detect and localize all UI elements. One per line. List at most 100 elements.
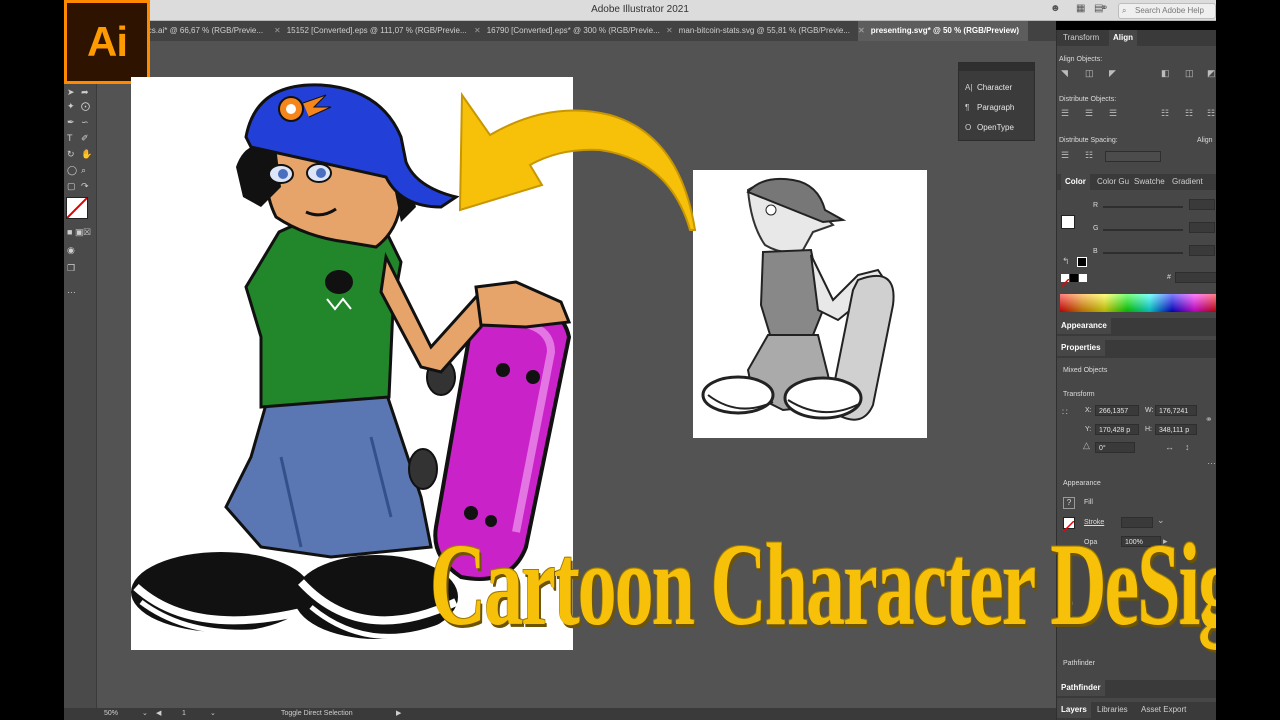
flip-vertical-icon[interactable]: ↕ (1185, 442, 1190, 452)
help-search-input[interactable]: ⌕ Search Adobe Help (1118, 3, 1216, 19)
constrain-proportions-icon[interactable]: ⚭ (1205, 414, 1213, 425)
tab-appearance[interactable]: Appearance (1057, 318, 1111, 334)
tab-asset-export[interactable]: Asset Export (1141, 705, 1186, 714)
align-bottom-icon[interactable]: ◩ (1207, 68, 1216, 79)
channel-r-slider[interactable] (1103, 206, 1183, 208)
rotation-field[interactable]: 0° (1095, 442, 1135, 453)
align-right-icon[interactable]: ◤ (1109, 68, 1116, 79)
align-center-icon[interactable]: ◫ (1085, 68, 1094, 79)
close-tab-icon[interactable]: ✕ (274, 26, 281, 35)
shape-builder-tool-icon[interactable]: ◯ (67, 165, 77, 176)
w-field[interactable]: 176,7241 (1155, 405, 1197, 416)
align-top-icon[interactable]: ◧ (1161, 68, 1170, 79)
quick-white-swatch[interactable] (1079, 274, 1087, 282)
edit-toolbar-icon[interactable]: … (67, 285, 76, 295)
channel-r-field[interactable] (1189, 199, 1215, 210)
close-tab-icon[interactable]: ✕ (858, 26, 865, 35)
previous-artboard-icon[interactable]: ◀ (156, 709, 161, 717)
pen-tool-icon[interactable]: ✒ (67, 117, 75, 128)
artboard-dropdown-icon[interactable]: ⌄ (210, 709, 216, 717)
artboard-number[interactable]: 1 (182, 710, 186, 717)
distribute-left-icon[interactable]: ☷ (1161, 108, 1169, 119)
tab-libraries[interactable]: Libraries (1097, 705, 1128, 714)
flip-horizontal-icon[interactable]: ↔ (1165, 442, 1174, 452)
y-field[interactable]: 170,428 p (1095, 424, 1139, 435)
hex-field[interactable] (1175, 272, 1217, 283)
document-tab-active[interactable]: ✕ presenting.svg* @ 50 % (RGB/Preview) (858, 21, 1028, 41)
tab-properties[interactable]: Properties (1057, 340, 1105, 356)
channel-b-slider[interactable] (1103, 252, 1183, 254)
document-tab[interactable]: ✕ man-bitcoin-stats.svg @ 55,81 % (RGB/Pr… (666, 21, 858, 41)
close-tab-icon[interactable]: ✕ (474, 26, 481, 35)
distribute-bottom-icon[interactable]: ☰ (1109, 108, 1117, 119)
user-icon[interactable]: ☻ (1050, 3, 1061, 14)
channel-g-slider[interactable] (1103, 229, 1183, 231)
channel-g-field[interactable] (1189, 222, 1215, 233)
magic-wand-tool-icon[interactable]: ✦ (67, 101, 75, 112)
tab-color-guide[interactable]: Color Gu (1097, 177, 1129, 186)
none-mode-icon[interactable]: ☒ (83, 227, 91, 238)
rotate-tool-icon[interactable]: ↻ (67, 149, 75, 160)
selection-type: Mixed Objects (1063, 367, 1108, 374)
zoom-dropdown-icon[interactable]: ⌄ (142, 709, 148, 717)
eyedropper-tool-icon[interactable]: ✐ (81, 133, 89, 144)
reference-point-icon[interactable]: ∷ (1062, 407, 1068, 418)
curvature-tool-icon[interactable]: ∽ (81, 117, 89, 128)
lightbulb-icon[interactable]: ⚭ (1100, 3, 1108, 14)
spacing-field[interactable] (1105, 151, 1161, 162)
color-mode-icon[interactable]: ■ (67, 227, 72, 237)
color-spectrum[interactable] (1060, 294, 1217, 312)
opentype-panel-button[interactable]: O OpenType (965, 123, 1014, 132)
distribute-vcenter-icon[interactable]: ☰ (1085, 108, 1093, 119)
character-panel-button[interactable]: A| Character (965, 83, 1012, 92)
more-options-icon[interactable]: … (1207, 456, 1216, 466)
tab-swatches[interactable]: Swatche (1134, 177, 1165, 186)
close-tab-icon[interactable]: ✕ (666, 26, 673, 35)
document-tab[interactable]: ics.ai* @ 66,67 % (RGB/Previe... (146, 21, 274, 41)
default-colors-icon[interactable]: ↰ (1062, 256, 1070, 267)
distribute-top-icon[interactable]: ☰ (1061, 108, 1069, 119)
align-middle-icon[interactable]: ◫ (1185, 68, 1194, 79)
artboard-tool-icon[interactable]: ▢ (67, 181, 76, 192)
fill-swatch[interactable] (66, 197, 88, 219)
paragraph-panel-button[interactable]: ¶ Paragraph (965, 103, 1014, 112)
h-field[interactable]: 348,111 p (1155, 424, 1197, 435)
tab-align[interactable]: Align (1109, 30, 1137, 46)
draw-mode-icon[interactable]: ◉ (67, 245, 75, 256)
tab-transform[interactable]: Transform (1063, 33, 1099, 42)
channel-b-field[interactable] (1189, 245, 1215, 256)
hand-tool-icon[interactable]: ✋ (81, 149, 92, 160)
document-tab[interactable]: ✕ 15152 [Converted].eps @ 111,07 % (RGB/P… (274, 21, 474, 41)
zoom-level[interactable]: 50% (104, 710, 118, 717)
tab-color[interactable]: Color (1061, 174, 1090, 190)
zoom-tool-icon[interactable]: ⌕ (81, 165, 86, 176)
tab-gradient[interactable]: Gradient (1172, 177, 1203, 186)
none-swatch[interactable] (1060, 274, 1070, 288)
arrange-documents-icon[interactable]: ▦ (1076, 3, 1085, 14)
status-menu-icon[interactable]: ▶ (396, 709, 401, 717)
direct-selection-tool-icon[interactable]: ➦ (81, 87, 89, 98)
screen-mode-icon[interactable]: ❐ (67, 263, 75, 274)
tab-layers[interactable]: Layers (1057, 702, 1091, 718)
color-fill-swatch[interactable] (1061, 215, 1075, 229)
distribute-hspace-icon[interactable]: ☷ (1085, 150, 1093, 161)
x-field[interactable]: 266,1357 (1095, 405, 1139, 416)
fill-unknown-swatch[interactable]: ? (1063, 497, 1075, 509)
black-swatch[interactable] (1077, 257, 1087, 267)
help-search-placeholder: Search Adobe Help (1135, 6, 1204, 15)
selection-tool-icon[interactable]: ➤ (67, 87, 75, 98)
type-tool-icon[interactable]: T (67, 133, 73, 143)
reference-sketch[interactable] (693, 170, 927, 438)
quick-black-swatch[interactable] (1070, 274, 1078, 282)
panel-grip[interactable] (959, 63, 1034, 71)
distribute-right-icon[interactable]: ☷ (1207, 108, 1215, 119)
align-left-icon[interactable]: ◥ (1061, 68, 1068, 79)
transform-section-label: Transform (1063, 391, 1095, 398)
distribute-hcenter-icon[interactable]: ☷ (1185, 108, 1193, 119)
document-tab-label: presenting.svg* @ 50 % (RGB/Preview) (870, 26, 1019, 35)
lasso-tool-icon[interactable]: ⨀ (81, 101, 90, 112)
tab-pathfinder[interactable]: Pathfinder (1057, 680, 1105, 696)
swap-colors-icon[interactable]: ↷ (81, 181, 89, 192)
distribute-vspace-icon[interactable]: ☰ (1061, 150, 1069, 161)
document-tab[interactable]: ✕ 16790 [Converted].eps* @ 300 % (RGB/Pre… (474, 21, 666, 41)
